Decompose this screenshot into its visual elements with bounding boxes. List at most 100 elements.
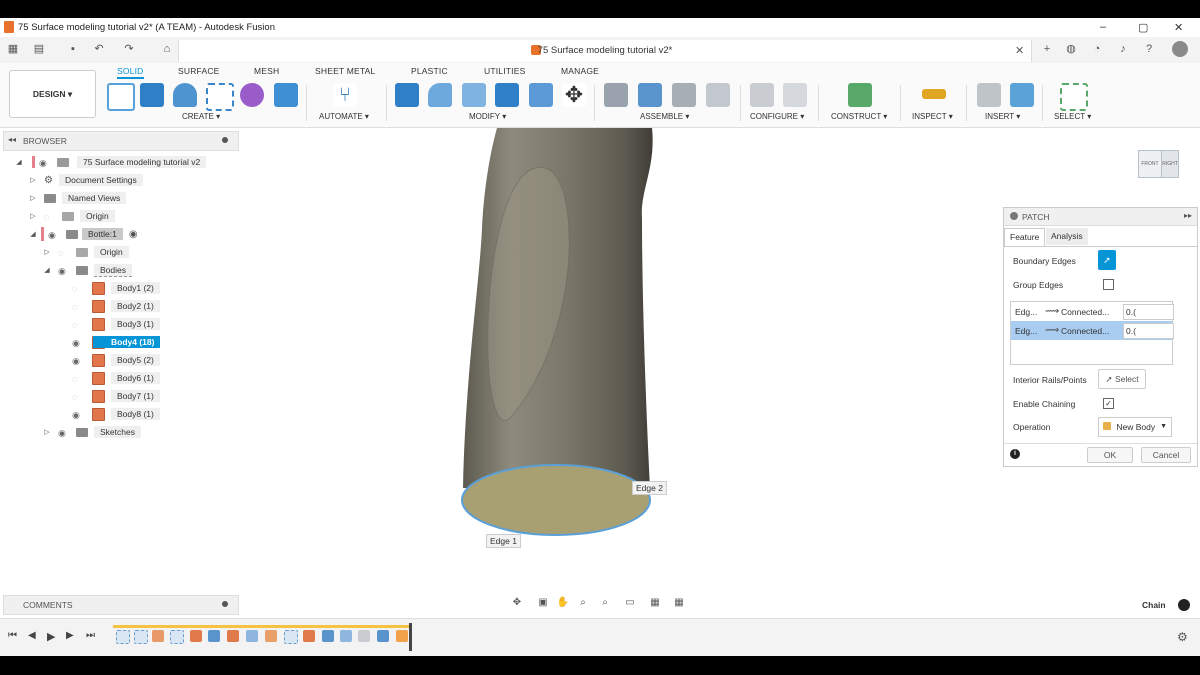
- select-group-label[interactable]: SELECT ▾: [1054, 112, 1091, 121]
- go-to-end-icon[interactable]: ⏭: [86, 630, 95, 641]
- expand-arrow-icon[interactable]: ▷: [28, 194, 38, 202]
- job-status-icon[interactable]: ◔: [1090, 43, 1104, 55]
- timeline-feature-icon[interactable]: [358, 630, 370, 642]
- tree-item-body3[interactable]: ◌ Body3 (1): [14, 315, 238, 333]
- inspect-group-label[interactable]: INSPECT ▾: [912, 112, 953, 121]
- activate-radio-icon[interactable]: ◉: [129, 229, 138, 240]
- display-settings-icon[interactable]: ▭: [623, 597, 637, 609]
- tree-item-body6[interactable]: ◌ Body6 (1): [14, 369, 238, 387]
- timeline-feature-icon[interactable]: [190, 630, 202, 642]
- timeline-feature-icon[interactable]: [246, 630, 258, 642]
- pan-icon[interactable]: ✋: [556, 597, 570, 609]
- tree-item-body4[interactable]: ◉ Body4 (18): [14, 333, 238, 351]
- timeline-feature-icon[interactable]: [265, 630, 277, 642]
- box-icon[interactable]: [274, 83, 298, 107]
- tree-root[interactable]: ◢ ◉ 75 Surface modeling tutorial v2: [14, 153, 238, 171]
- boundary-edges-selector[interactable]: ➚: [1098, 250, 1116, 270]
- browser-panel-header[interactable]: ◂◂ BROWSER: [3, 131, 239, 151]
- expand-arrow-icon[interactable]: ▷: [28, 212, 38, 220]
- new-component-icon[interactable]: [604, 83, 628, 107]
- zoom-icon[interactable]: ⌕: [576, 597, 590, 609]
- form-icon[interactable]: [240, 83, 264, 107]
- continuity-dropdown[interactable]: Connected...: [1061, 326, 1109, 336]
- visibility-eye-icon[interactable]: ◉: [58, 266, 72, 276]
- timeline-feature-icon[interactable]: [377, 630, 389, 642]
- play-icon[interactable]: ▶: [47, 630, 55, 643]
- configure-group-label[interactable]: CONFIGURE ▾: [750, 112, 804, 121]
- bottom-face[interactable]: [461, 464, 651, 536]
- user-avatar[interactable]: [1172, 41, 1188, 57]
- tab-plastic[interactable]: PLASTIC: [411, 66, 448, 76]
- new-tab-icon[interactable]: +: [1040, 43, 1054, 55]
- timeline-feature-icon[interactable]: [152, 630, 164, 642]
- timeline-feature-icon[interactable]: [303, 630, 315, 642]
- joint-icon[interactable]: [638, 83, 662, 107]
- notifications-icon[interactable]: ♪: [1116, 43, 1130, 55]
- close-tab-icon[interactable]: ✕: [1015, 44, 1024, 57]
- timeline-feature-icon[interactable]: [208, 630, 220, 642]
- shell-icon[interactable]: [462, 83, 486, 107]
- visibility-eye-icon[interactable]: ◉: [39, 158, 53, 168]
- configure-icon[interactable]: [750, 83, 774, 107]
- tree-item-body1[interactable]: ◌ Body1 (2): [14, 279, 238, 297]
- orbit-icon[interactable]: ✥: [510, 597, 524, 609]
- tab-solid[interactable]: SOLID: [117, 66, 144, 79]
- document-tab[interactable]: 75 Surface modeling tutorial v2* ✕: [178, 40, 1032, 62]
- go-to-start-icon[interactable]: ⏮: [8, 630, 17, 641]
- comments-panel[interactable]: COMMENTS: [3, 595, 239, 615]
- tab-mesh[interactable]: MESH: [254, 66, 279, 76]
- chain-icon[interactable]: [1178, 599, 1190, 611]
- create-group-label[interactable]: CREATE ▾: [182, 112, 220, 121]
- weight-input[interactable]: 0.(: [1123, 323, 1174, 339]
- redo-icon[interactable]: ↷: [122, 43, 136, 55]
- expand-arrow-icon[interactable]: ▷: [28, 176, 38, 184]
- enable-chaining-checkbox[interactable]: ✓: [1103, 398, 1114, 409]
- interior-rails-select-button[interactable]: ➚ Select: [1098, 369, 1146, 389]
- automate-group-label[interactable]: AUTOMATE ▾: [319, 112, 369, 121]
- ok-button[interactable]: OK: [1087, 447, 1133, 463]
- tree-item-body7[interactable]: ◌ Body7 (1): [14, 387, 238, 405]
- extensions-icon[interactable]: ◍: [1064, 43, 1078, 55]
- timeline-sketch-icon[interactable]: [116, 630, 130, 644]
- as-built-joint-icon[interactable]: [672, 83, 696, 107]
- continuity-dropdown[interactable]: Connected...: [1061, 307, 1109, 317]
- viewports-icon[interactable]: ▦: [672, 597, 686, 609]
- look-at-icon[interactable]: ▣: [536, 597, 550, 609]
- extrude-icon[interactable]: [140, 83, 164, 107]
- tree-item-document-settings[interactable]: ▷ ⚙ Document Settings: [14, 171, 238, 189]
- revolve-icon[interactable]: [173, 83, 197, 107]
- timeline-feature-icon[interactable]: [322, 630, 334, 642]
- insert-image-icon[interactable]: [1010, 83, 1034, 107]
- press-pull-icon[interactable]: [395, 83, 419, 107]
- visibility-eye-icon[interactable]: ◉: [58, 428, 72, 438]
- combine-icon[interactable]: [495, 83, 519, 107]
- help-icon[interactable]: ?: [1142, 43, 1156, 55]
- expand-dialog-icon[interactable]: ▸▸: [1184, 211, 1192, 220]
- visibility-eye-icon[interactable]: ◉: [72, 338, 86, 348]
- hidden-eye-icon[interactable]: ◌: [72, 374, 86, 384]
- collapse-icon[interactable]: ◂◂: [8, 135, 16, 144]
- viewcube-right-face[interactable]: RIGHT: [1161, 150, 1179, 178]
- tab-sheet-metal[interactable]: SHEET METAL: [315, 66, 375, 76]
- move-copy-icon[interactable]: ✥: [562, 83, 586, 107]
- timeline-patch-feature-icon[interactable]: [396, 630, 408, 642]
- hidden-eye-icon[interactable]: ◌: [58, 248, 72, 258]
- insert-group-label[interactable]: INSERT ▾: [985, 112, 1020, 121]
- group-edges-checkbox[interactable]: [1103, 279, 1114, 290]
- timeline-sketch-icon[interactable]: [170, 630, 184, 644]
- home-icon[interactable]: ⌂: [160, 43, 174, 55]
- weight-input[interactable]: 0.(: [1123, 304, 1174, 320]
- minimize-button[interactable]: –: [1100, 21, 1106, 33]
- hidden-eye-icon[interactable]: ◌: [72, 302, 86, 312]
- file-menu-icon[interactable]: ▤: [32, 43, 46, 55]
- joint-origin-icon[interactable]: [706, 83, 730, 107]
- data-panel-grid-icon[interactable]: ▦: [6, 43, 20, 55]
- tab-analysis[interactable]: Analysis: [1046, 228, 1088, 245]
- tab-utilities[interactable]: UTILITIES: [484, 66, 525, 76]
- step-back-icon[interactable]: ◀: [28, 630, 36, 641]
- tree-item-body5[interactable]: ◉ Body5 (2): [14, 351, 238, 369]
- tree-item-named-views[interactable]: ▷ Named Views: [14, 189, 238, 207]
- timeline-sketch-icon[interactable]: [134, 630, 148, 644]
- maximize-button[interactable]: ▢: [1138, 21, 1148, 34]
- tab-feature[interactable]: Feature: [1004, 228, 1046, 246]
